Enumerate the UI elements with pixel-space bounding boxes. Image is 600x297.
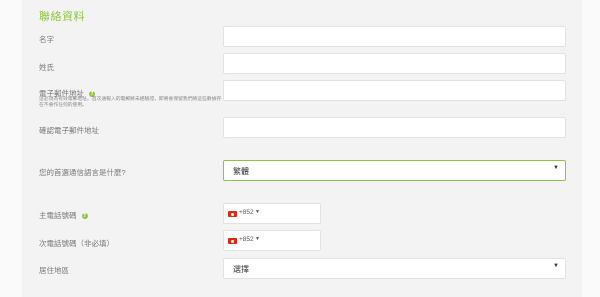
region-label: 居住地區 <box>39 266 69 275</box>
confirm-email-input[interactable] <box>223 117 566 138</box>
email-hint: 這必須為有效電郵地址。首次通報入的電郵將未經驗證，即將會保留我們將這些數據存在不… <box>39 97 222 109</box>
first-name-label: 名字 <box>39 35 54 44</box>
last-name-label: 姓氏 <box>39 63 54 72</box>
language-value: 繁體 <box>233 167 249 176</box>
last-name-input[interactable] <box>223 53 566 74</box>
secondary-phone-input[interactable]: +852 ▼ <box>223 230 321 251</box>
region-value: 選擇 <box>233 265 249 274</box>
hong-kong-flag-icon[interactable] <box>228 238 237 244</box>
language-label: 您的首選通信語言是什麼? <box>39 168 126 177</box>
chevron-down-icon[interactable]: ▼ <box>255 209 260 215</box>
chevron-down-icon: ▼ <box>553 165 559 171</box>
email-input[interactable] <box>223 80 566 101</box>
primary-phone-input[interactable]: +852 ▼ <box>223 203 321 224</box>
chevron-down-icon[interactable]: ▼ <box>255 236 260 242</box>
hong-kong-flag-icon[interactable] <box>228 211 237 217</box>
question-circle-icon[interactable]: ? <box>81 213 88 220</box>
language-select[interactable]: 繁體 ▼ <box>223 160 566 181</box>
secondary-phone-label: 次電話號碼（非必填） <box>39 239 114 248</box>
primary-phone-label-row: 主電話號碼 ? <box>39 210 88 221</box>
first-name-input[interactable] <box>223 26 566 47</box>
region-select[interactable]: 選擇 ▼ <box>223 258 566 279</box>
primary-phone-country-code: +852 <box>239 209 254 216</box>
section-title: 聯絡資料 <box>39 11 85 23</box>
confirm-email-label: 確認電子郵件地址 <box>39 126 99 135</box>
secondary-phone-country-code: +852 <box>239 236 254 243</box>
chevron-down-icon: ▼ <box>553 263 559 269</box>
primary-phone-label: 主電話號碼 <box>39 211 77 220</box>
